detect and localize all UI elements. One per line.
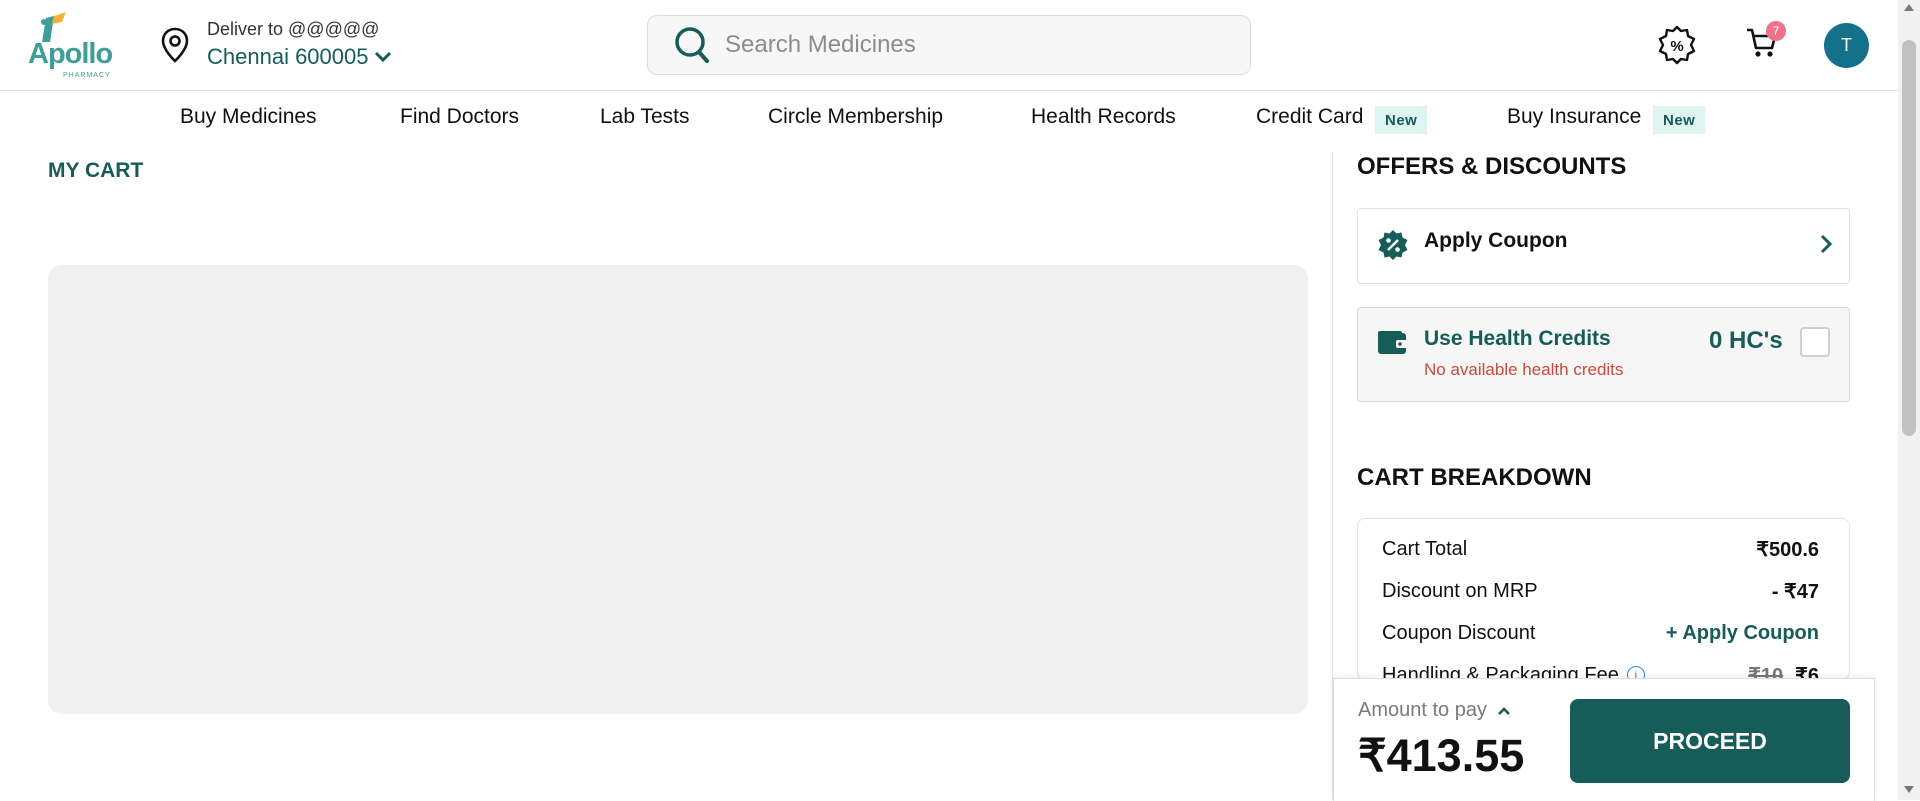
apply-coupon-label: Apply Coupon	[1424, 229, 1568, 252]
page-scrollbar[interactable]	[1898, 0, 1920, 800]
breakdown-value: ₹500.6	[1756, 538, 1819, 561]
cart-breakdown-card: Cart Total ₹500.6 Discount on MRP - ₹47 …	[1357, 518, 1850, 680]
svg-text:%: %	[1670, 38, 1683, 55]
chevron-up-icon	[1498, 706, 1510, 715]
health-credits-status: No available health credits	[1424, 360, 1624, 379]
apply-coupon-link[interactable]: + Apply Coupon	[1666, 622, 1819, 645]
scroll-down-arrow-icon[interactable]	[1904, 786, 1914, 793]
discount-on-mrp-row: Discount on MRP - ₹47	[1382, 576, 1819, 606]
nav-credit-card[interactable]: Credit Card	[1256, 105, 1363, 129]
handling-fee-row: Handling & Packaging Fee i ₹10 ₹6	[1382, 660, 1819, 679]
insurance-new-badge: New	[1653, 106, 1706, 134]
breakdown-label: Cart Total	[1382, 537, 1468, 560]
offers-icon[interactable]: %	[1657, 25, 1697, 65]
main-nav: Buy Medicines Find Doctors Lab Tests Cir…	[0, 91, 1898, 147]
cart-items-loading-placeholder	[48, 265, 1308, 714]
nav-circle-membership[interactable]: Circle Membership	[768, 105, 943, 129]
wallet-icon	[1378, 331, 1408, 354]
cart-count-badge: 7	[1766, 21, 1786, 41]
page-title: MY CART	[48, 159, 144, 182]
top-header: Apollo PHARMACY Deliver to @@@@@ Chennai…	[0, 0, 1898, 91]
offers-section-title: OFFERS & DISCOUNTS	[1357, 153, 1627, 180]
scrollbar-thumb[interactable]	[1902, 40, 1916, 436]
search-icon	[675, 27, 709, 63]
amount-to-pay-toggle[interactable]: Amount to pay	[1358, 699, 1511, 722]
user-avatar[interactable]: T	[1824, 23, 1869, 68]
logo-subtext: PHARMACY	[63, 72, 111, 79]
payment-footer: Amount to pay ₹413.55 PROCEED	[1333, 678, 1875, 801]
apollo-pharmacy-logo[interactable]: Apollo PHARMACY	[26, 10, 113, 82]
coupon-badge-icon	[1378, 230, 1408, 260]
proceed-button[interactable]: PROCEED	[1570, 699, 1850, 783]
coupon-discount-row: Coupon Discount + Apply Coupon	[1382, 618, 1819, 648]
credit-card-new-badge: New	[1375, 106, 1428, 134]
nav-health-records[interactable]: Health Records	[1031, 105, 1176, 129]
chevron-down-icon	[375, 51, 392, 63]
cart-breakdown-title: CART BREAKDOWN	[1357, 464, 1592, 491]
use-health-credits-label: Use Health Credits	[1424, 327, 1611, 350]
location-pin-icon[interactable]	[160, 27, 190, 63]
health-credits-card: Use Health Credits No available health c…	[1357, 307, 1850, 402]
nav-buy-medicines[interactable]: Buy Medicines	[180, 105, 317, 129]
amount-to-pay-label: Amount to pay	[1358, 699, 1487, 721]
breakdown-label: Discount on MRP	[1382, 579, 1538, 602]
delivery-city: Chennai 600005	[207, 44, 369, 69]
apply-coupon-card[interactable]: Apply Coupon	[1357, 208, 1850, 284]
breakdown-label: Coupon Discount	[1382, 621, 1536, 644]
scroll-up-arrow-icon[interactable]	[1904, 4, 1914, 11]
nav-buy-insurance[interactable]: Buy Insurance	[1507, 105, 1641, 129]
amount-to-pay-value: ₹413.55	[1358, 730, 1525, 781]
logo-text: Apollo	[28, 38, 113, 70]
nav-lab-tests[interactable]: Lab Tests	[600, 105, 690, 129]
chevron-right-icon	[1820, 234, 1833, 254]
deliver-to-label: Deliver to @@@@@	[207, 19, 380, 39]
nav-find-doctors[interactable]: Find Doctors	[400, 105, 519, 129]
breakdown-value: - ₹47	[1771, 580, 1819, 603]
search-bar[interactable]	[647, 15, 1251, 75]
health-credits-value: 0 HC's	[1709, 327, 1783, 354]
cart-total-row: Cart Total ₹500.6	[1382, 534, 1819, 564]
health-credits-checkbox[interactable]	[1800, 327, 1830, 357]
search-input[interactable]	[723, 24, 1227, 66]
delivery-location-selector[interactable]: Chennai 600005	[207, 44, 392, 70]
